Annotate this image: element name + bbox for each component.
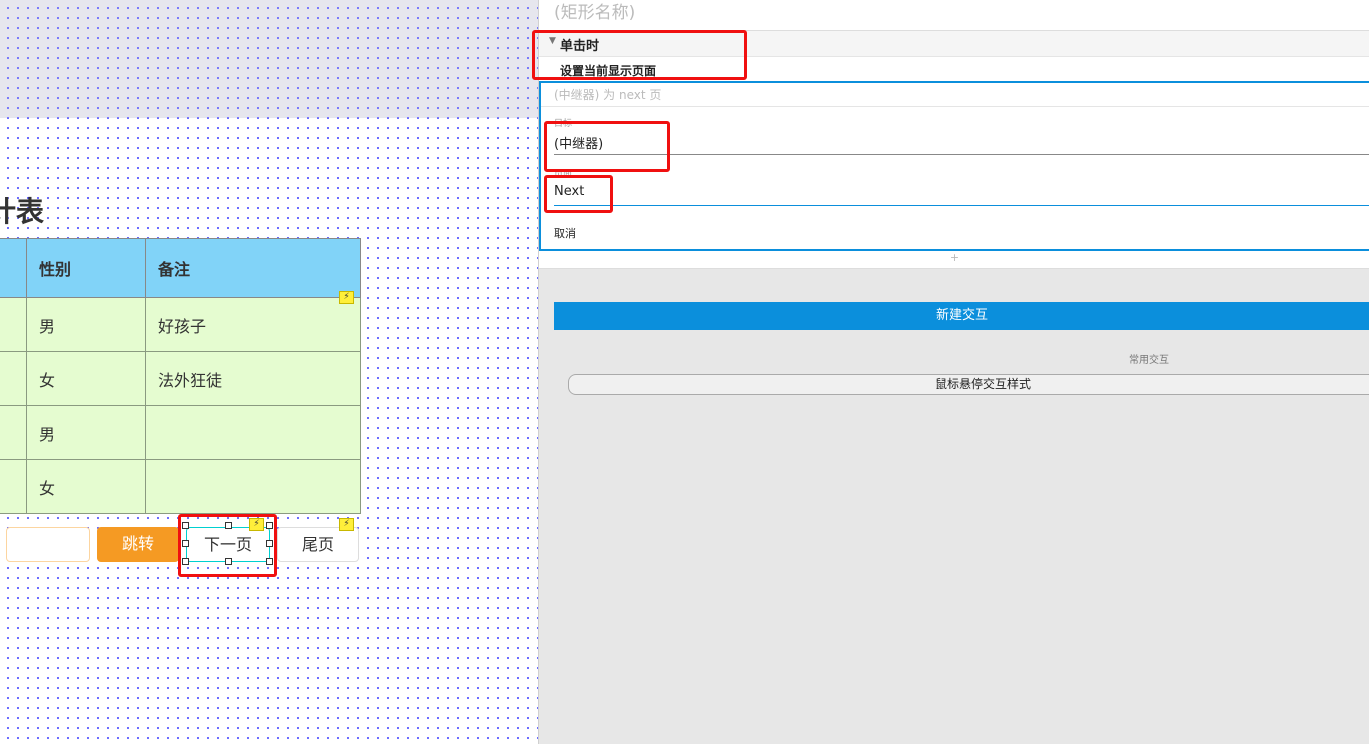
cell: 法外狂徒 — [145, 351, 361, 406]
interaction-flag-icon[interactable]: ⚡ — [339, 291, 354, 304]
table-title: 统计表 — [0, 195, 45, 228]
interaction-flag-icon[interactable]: ⚡ — [339, 518, 354, 531]
cell — [0, 297, 27, 352]
cell — [0, 351, 27, 406]
add-action-icon[interactable]: + — [539, 251, 1369, 269]
table-header-row: 性别 备注 — [0, 238, 361, 298]
design-canvas[interactable]: 统计表 性别 备注 男好孩子 女法外狂徒 男 女 ⚡ 跳转 下一页 ⚡ 尾页 ⚡ — [0, 0, 538, 744]
cell — [145, 459, 361, 514]
table-row[interactable]: 男好孩子 — [0, 297, 361, 352]
cancel-link[interactable]: 取消 — [554, 225, 576, 241]
page-select[interactable]: Next — [554, 184, 1369, 206]
highlight-box — [544, 175, 613, 213]
jump-button[interactable]: 跳转 — [97, 527, 179, 562]
action-summary: (中继器) 为 next 页 — [554, 88, 662, 102]
hover-style-button[interactable]: 鼠标悬停交互样式 — [568, 374, 1369, 395]
cell — [0, 405, 27, 460]
header-cell: 性别 — [26, 238, 146, 298]
table-row[interactable]: 女 — [0, 459, 361, 514]
last-page-button[interactable]: 尾页 — [277, 527, 359, 562]
repeater-table[interactable]: 性别 备注 男好孩子 女法外狂徒 男 女 — [0, 238, 361, 514]
cell: 女 — [26, 351, 146, 406]
table-row[interactable]: 男 — [0, 405, 361, 460]
new-interaction-button[interactable]: 新建交互 — [554, 302, 1369, 330]
cell: 好孩子 — [145, 297, 361, 352]
divider — [541, 106, 1369, 107]
cell — [145, 405, 361, 460]
highlight-box — [178, 514, 277, 577]
highlight-box — [532, 30, 747, 80]
header-cell — [0, 238, 27, 298]
cell: 男 — [26, 405, 146, 460]
cell — [0, 459, 27, 514]
table-row[interactable]: 女法外狂徒 — [0, 351, 361, 406]
interaction-panel: (矩形名称) ▼ 单击时 设置当前显示页面 (中继器) 为 next 页 目标 … — [538, 0, 1369, 744]
cell: 男 — [26, 297, 146, 352]
canvas-shaded-area — [0, 0, 538, 118]
common-interactions-label: 常用交互 — [1129, 355, 1169, 366]
page-number-input[interactable] — [6, 527, 90, 562]
target-select[interactable]: (中继器) — [554, 133, 1369, 155]
highlight-box — [544, 121, 670, 172]
cell: 女 — [26, 459, 146, 514]
shape-name-input[interactable]: (矩形名称) — [554, 0, 635, 23]
shape-name-area: (矩形名称) — [539, 0, 1369, 30]
header-cell: 备注 — [145, 238, 361, 298]
